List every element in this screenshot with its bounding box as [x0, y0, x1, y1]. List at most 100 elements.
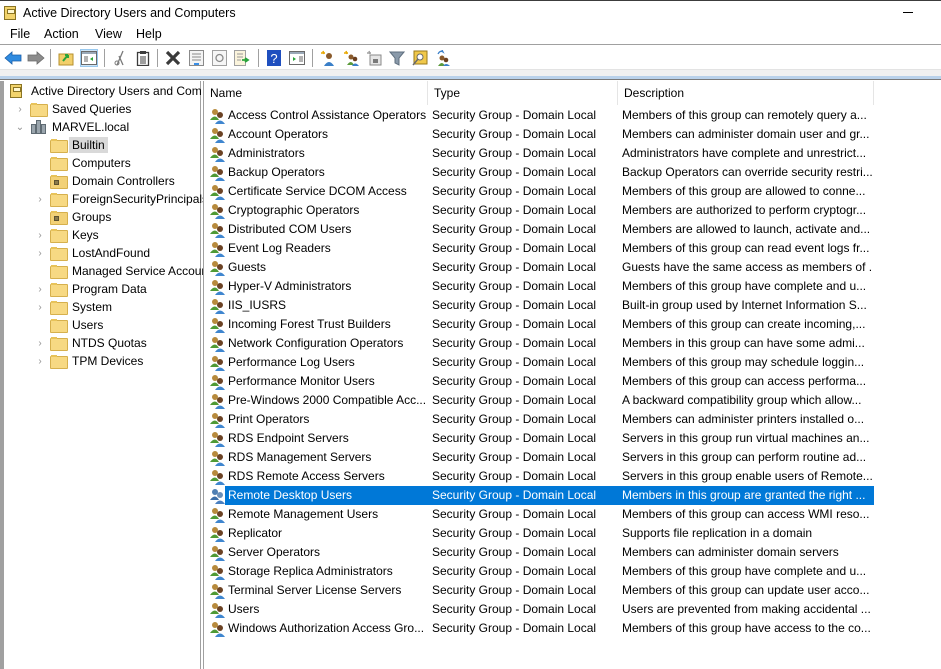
- table-row[interactable]: Performance Log Users Security Group - Do…: [204, 353, 874, 372]
- title-bar: Active Directory Users and Computers: [0, 1, 941, 25]
- expand-chevron-icon[interactable]: ›: [35, 356, 45, 367]
- console-tree-button[interactable]: [80, 49, 98, 67]
- collapse-chevron-icon[interactable]: ⌄: [15, 122, 25, 133]
- create-ou-button[interactable]: [365, 49, 383, 67]
- cell-name: Users: [228, 602, 260, 616]
- minimize-button[interactable]: [903, 6, 933, 22]
- tree-item-keys[interactable]: › Keys: [30, 226, 102, 244]
- refresh-button[interactable]: [210, 49, 228, 67]
- column-header-description[interactable]: Description: [618, 81, 874, 105]
- table-row[interactable]: Guests Security Group - Domain Local Guest…: [204, 258, 874, 277]
- table-row[interactable]: Cryptographic Operators Security Group - …: [204, 201, 874, 220]
- table-row[interactable]: Users Security Group - Domain Local Users …: [204, 600, 874, 619]
- table-row[interactable]: Remote Desktop Users Security Group - Dom…: [204, 486, 874, 505]
- tree-label: Groups: [72, 210, 112, 224]
- filter-button[interactable]: [388, 49, 406, 67]
- group-icon: [210, 223, 225, 238]
- tree-item-lostandfound[interactable]: › LostAndFound: [30, 244, 153, 262]
- table-row[interactable]: Replicator Security Group - Domain Local S…: [204, 524, 874, 543]
- copy-button[interactable]: [134, 49, 152, 67]
- tree-item-domain-controllers[interactable]: Domain Controllers: [30, 172, 178, 190]
- menu-file[interactable]: File: [8, 27, 32, 41]
- tree-root[interactable]: Active Directory Users and Com: [10, 82, 205, 100]
- table-row[interactable]: Pre-Windows 2000 Compatible Acc... Securi…: [204, 391, 874, 410]
- table-row[interactable]: Terminal Server License Servers Security …: [204, 581, 874, 600]
- column-header-type[interactable]: Type: [428, 81, 618, 105]
- table-row[interactable]: Administrators Security Group - Domain Lo…: [204, 144, 874, 163]
- expand-chevron-icon[interactable]: ›: [15, 104, 25, 115]
- up-one-level-button[interactable]: [57, 49, 75, 67]
- group-icon: [210, 527, 225, 542]
- forward-button[interactable]: [27, 49, 45, 67]
- cut-button[interactable]: [111, 49, 129, 67]
- expand-chevron-icon[interactable]: ›: [35, 194, 45, 205]
- cell-name: Incoming Forest Trust Builders: [228, 317, 391, 331]
- table-row[interactable]: RDS Management Servers Security Group - D…: [204, 448, 874, 467]
- column-header-name[interactable]: Name: [204, 81, 428, 105]
- add-to-group-button[interactable]: [434, 49, 452, 67]
- table-row[interactable]: Network Configuration Operators Security …: [204, 334, 874, 353]
- table-row[interactable]: Storage Replica Administrators Security G…: [204, 562, 874, 581]
- table-row[interactable]: Event Log Readers Security Group - Domain…: [204, 239, 874, 258]
- cell-type: Security Group - Domain Local: [432, 431, 597, 445]
- properties-button[interactable]: [187, 49, 205, 67]
- tree-item-ntds-quotas[interactable]: › NTDS Quotas: [30, 334, 150, 352]
- tree-item-users[interactable]: Users: [30, 316, 106, 334]
- tree-item-groups[interactable]: Groups: [30, 208, 114, 226]
- group-icon: [210, 413, 225, 428]
- table-row[interactable]: RDS Remote Access Servers Security Group …: [204, 467, 874, 486]
- expand-chevron-icon[interactable]: ›: [35, 284, 45, 295]
- group-icon: [210, 337, 225, 352]
- tree-item-computers[interactable]: Computers: [30, 154, 134, 172]
- create-user-button[interactable]: [319, 49, 337, 67]
- tree-item-foreignsecurityprincipals[interactable]: › ForeignSecurityPrincipals: [30, 190, 211, 208]
- table-row[interactable]: Distributed COM Users Security Group - Do…: [204, 220, 874, 239]
- tree-item-saved-queries[interactable]: › Saved Queries: [10, 100, 134, 118]
- expand-chevron-icon[interactable]: ›: [35, 248, 45, 259]
- table-row[interactable]: Print Operators Security Group - Domain L…: [204, 410, 874, 429]
- table-row[interactable]: Account Operators Security Group - Domain…: [204, 125, 874, 144]
- cell-type: Security Group - Domain Local: [432, 393, 597, 407]
- table-row[interactable]: IIS_IUSRS Security Group - Domain Local Bu…: [204, 296, 874, 315]
- expand-chevron-icon[interactable]: ›: [35, 230, 45, 241]
- table-row[interactable]: Incoming Forest Trust Builders Security G…: [204, 315, 874, 334]
- cell-description: Members of this group can create incomin…: [622, 317, 866, 331]
- tree-item-builtin[interactable]: Builtin: [30, 136, 108, 154]
- back-arrow-icon: [4, 51, 22, 65]
- table-row[interactable]: Access Control Assistance Operators Secur…: [204, 106, 874, 125]
- tree-item-system[interactable]: › System: [30, 298, 115, 316]
- folder-icon: [50, 283, 68, 297]
- table-row[interactable]: Server Operators Security Group - Domain …: [204, 543, 874, 562]
- cell-description: Servers in this group run virtual machin…: [622, 431, 870, 445]
- group-icon: [210, 565, 225, 580]
- back-button[interactable]: [4, 49, 22, 67]
- table-row[interactable]: Hyper-V Administrators Security Group - D…: [204, 277, 874, 296]
- action-pane-button[interactable]: [288, 49, 306, 67]
- create-group-button[interactable]: [342, 49, 360, 67]
- expand-chevron-icon[interactable]: ›: [35, 338, 45, 349]
- find-button[interactable]: [411, 49, 429, 67]
- menu-action[interactable]: Action: [42, 27, 81, 41]
- table-row[interactable]: Remote Management Users Security Group - …: [204, 505, 874, 524]
- cell-name: Terminal Server License Servers: [228, 583, 402, 597]
- cell-description: Members of this group may schedule loggi…: [622, 355, 865, 369]
- export-list-button[interactable]: [233, 49, 251, 67]
- cell-name: RDS Remote Access Servers: [228, 469, 385, 483]
- menu-view[interactable]: View: [93, 27, 124, 41]
- table-row[interactable]: Certificate Service DCOM Access Security …: [204, 182, 874, 201]
- cell-description: Members of this group can remotely query…: [622, 108, 867, 122]
- table-row[interactable]: Performance Monitor Users Security Group …: [204, 372, 874, 391]
- tree-item-program-data[interactable]: › Program Data: [30, 280, 150, 298]
- table-row[interactable]: Windows Authorization Access Gro... Secur…: [204, 619, 874, 638]
- table-row[interactable]: RDS Endpoint Servers Security Group - Dom…: [204, 429, 874, 448]
- menu-help[interactable]: Help: [134, 27, 164, 41]
- table-row[interactable]: Backup Operators Security Group - Domain …: [204, 163, 874, 182]
- cell-name: Network Configuration Operators: [228, 336, 404, 350]
- expand-chevron-icon[interactable]: ›: [35, 302, 45, 313]
- cell-name: Pre-Windows 2000 Compatible Acc...: [228, 393, 426, 407]
- tree-item-managed-service-accour[interactable]: Managed Service Accour: [30, 262, 208, 280]
- tree-item-domain[interactable]: ⌄ MARVEL.local: [10, 118, 132, 136]
- tree-item-tpm-devices[interactable]: › TPM Devices: [30, 352, 146, 370]
- help-button[interactable]: ?: [265, 49, 283, 67]
- delete-button[interactable]: [164, 49, 182, 67]
